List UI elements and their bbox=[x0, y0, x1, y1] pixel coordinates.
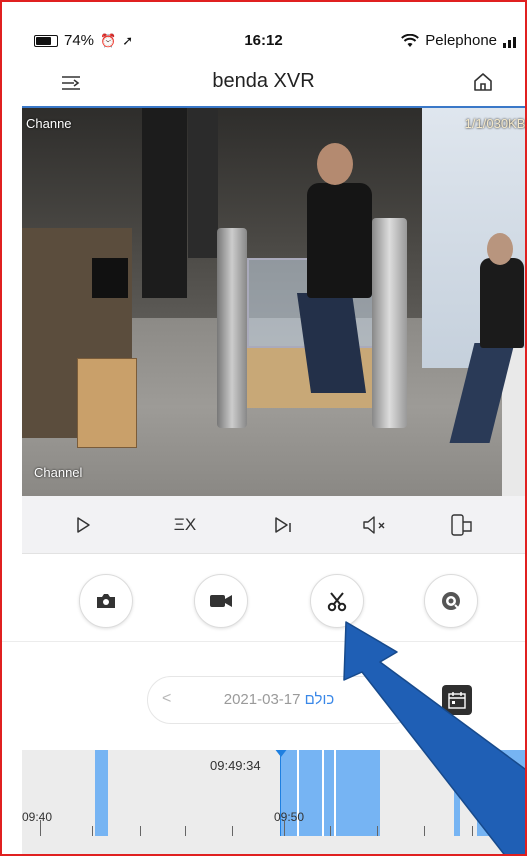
timeline-tick bbox=[377, 826, 378, 836]
tick-label: 09:40 bbox=[22, 810, 53, 824]
date-selector: < כולם 2021-03-17 > bbox=[147, 676, 417, 724]
mute-icon[interactable] bbox=[359, 512, 393, 538]
clip-button[interactable] bbox=[310, 574, 364, 628]
recording-segment bbox=[477, 750, 525, 836]
video-camera-icon bbox=[210, 595, 232, 607]
tick-label: 09:50 bbox=[274, 810, 305, 824]
rotate-screen-icon[interactable] bbox=[447, 512, 477, 538]
selected-date: 2021-03-17 bbox=[223, 691, 301, 708]
timeline-tick bbox=[140, 826, 141, 836]
camera-icon bbox=[97, 594, 115, 608]
timeline-tick bbox=[40, 820, 41, 836]
timeline-tick bbox=[232, 826, 233, 836]
page-title: benda XVR bbox=[212, 70, 315, 92]
bitrate-overlay: 1/1/030KB/ bbox=[464, 116, 527, 131]
cursor-time-label: 09:49:34 bbox=[210, 758, 261, 773]
video-scene-gate-right bbox=[372, 218, 407, 428]
signal-icon bbox=[503, 36, 516, 48]
video-scene-cabinet bbox=[77, 358, 137, 448]
playback-mode-button[interactable] bbox=[424, 574, 478, 628]
nav-bar: benda XVR bbox=[2, 62, 525, 104]
video-player[interactable]: Channe Channel 1/1/030KB/ bbox=[22, 106, 527, 496]
video-scene-gate-left bbox=[217, 228, 247, 428]
timeline-tick bbox=[92, 826, 93, 836]
channel-label-bottom: Channel bbox=[34, 465, 83, 480]
channel-label: Channe bbox=[26, 116, 72, 131]
playback-timeline[interactable]: 09:49:34 09:40 09:50 bbox=[22, 750, 525, 854]
snapshot-button[interactable] bbox=[79, 574, 133, 628]
status-bar: 74% ⏰ ➚ 16:12 Pelephone bbox=[2, 2, 525, 58]
record-button[interactable] bbox=[194, 574, 248, 628]
target-icon bbox=[442, 592, 461, 611]
segment-divider bbox=[334, 750, 336, 836]
timeline-tick bbox=[517, 826, 518, 836]
video-scene-person bbox=[317, 143, 353, 185]
video-scene-person bbox=[307, 183, 372, 298]
home-icon[interactable] bbox=[471, 70, 495, 94]
action-buttons bbox=[2, 554, 525, 642]
speed-label: ΞX bbox=[173, 515, 197, 534]
scissors-icon bbox=[327, 592, 347, 612]
wifi-icon bbox=[401, 33, 420, 47]
recording-segment bbox=[95, 750, 108, 836]
timeline-tick bbox=[472, 826, 473, 836]
timeline-tick bbox=[185, 826, 186, 836]
calendar-button[interactable] bbox=[442, 685, 472, 715]
video-scene-rack-2 bbox=[188, 108, 218, 258]
date-next-button[interactable]: > bbox=[393, 690, 402, 708]
calendar-icon bbox=[448, 692, 466, 709]
video-scene-person bbox=[487, 233, 513, 265]
date-display[interactable]: כולם 2021-03-17 bbox=[148, 691, 416, 708]
timeline-tick bbox=[284, 820, 285, 836]
timeline-tick bbox=[330, 826, 331, 836]
step-forward-icon[interactable] bbox=[270, 512, 296, 538]
carrier-name: Pelephone bbox=[425, 32, 497, 49]
segment-divider bbox=[322, 750, 324, 836]
record-filter-label[interactable]: כולם bbox=[305, 691, 335, 708]
video-scene-rack bbox=[142, 108, 187, 298]
recording-segment bbox=[454, 750, 460, 836]
speed-x-icon[interactable]: ΞX bbox=[165, 512, 205, 538]
playback-controls: ΞX bbox=[22, 496, 525, 554]
status-right: Pelephone bbox=[401, 32, 519, 49]
timeline-cursor-marker bbox=[274, 750, 288, 757]
timeline-tick bbox=[424, 826, 425, 836]
video-scene-monitor bbox=[92, 258, 128, 298]
phone-screen: 74% ⏰ ➚ 16:12 Pelephone benda XVR Channe… bbox=[0, 0, 527, 856]
video-scene-person bbox=[480, 258, 524, 348]
play-icon[interactable] bbox=[70, 512, 96, 538]
